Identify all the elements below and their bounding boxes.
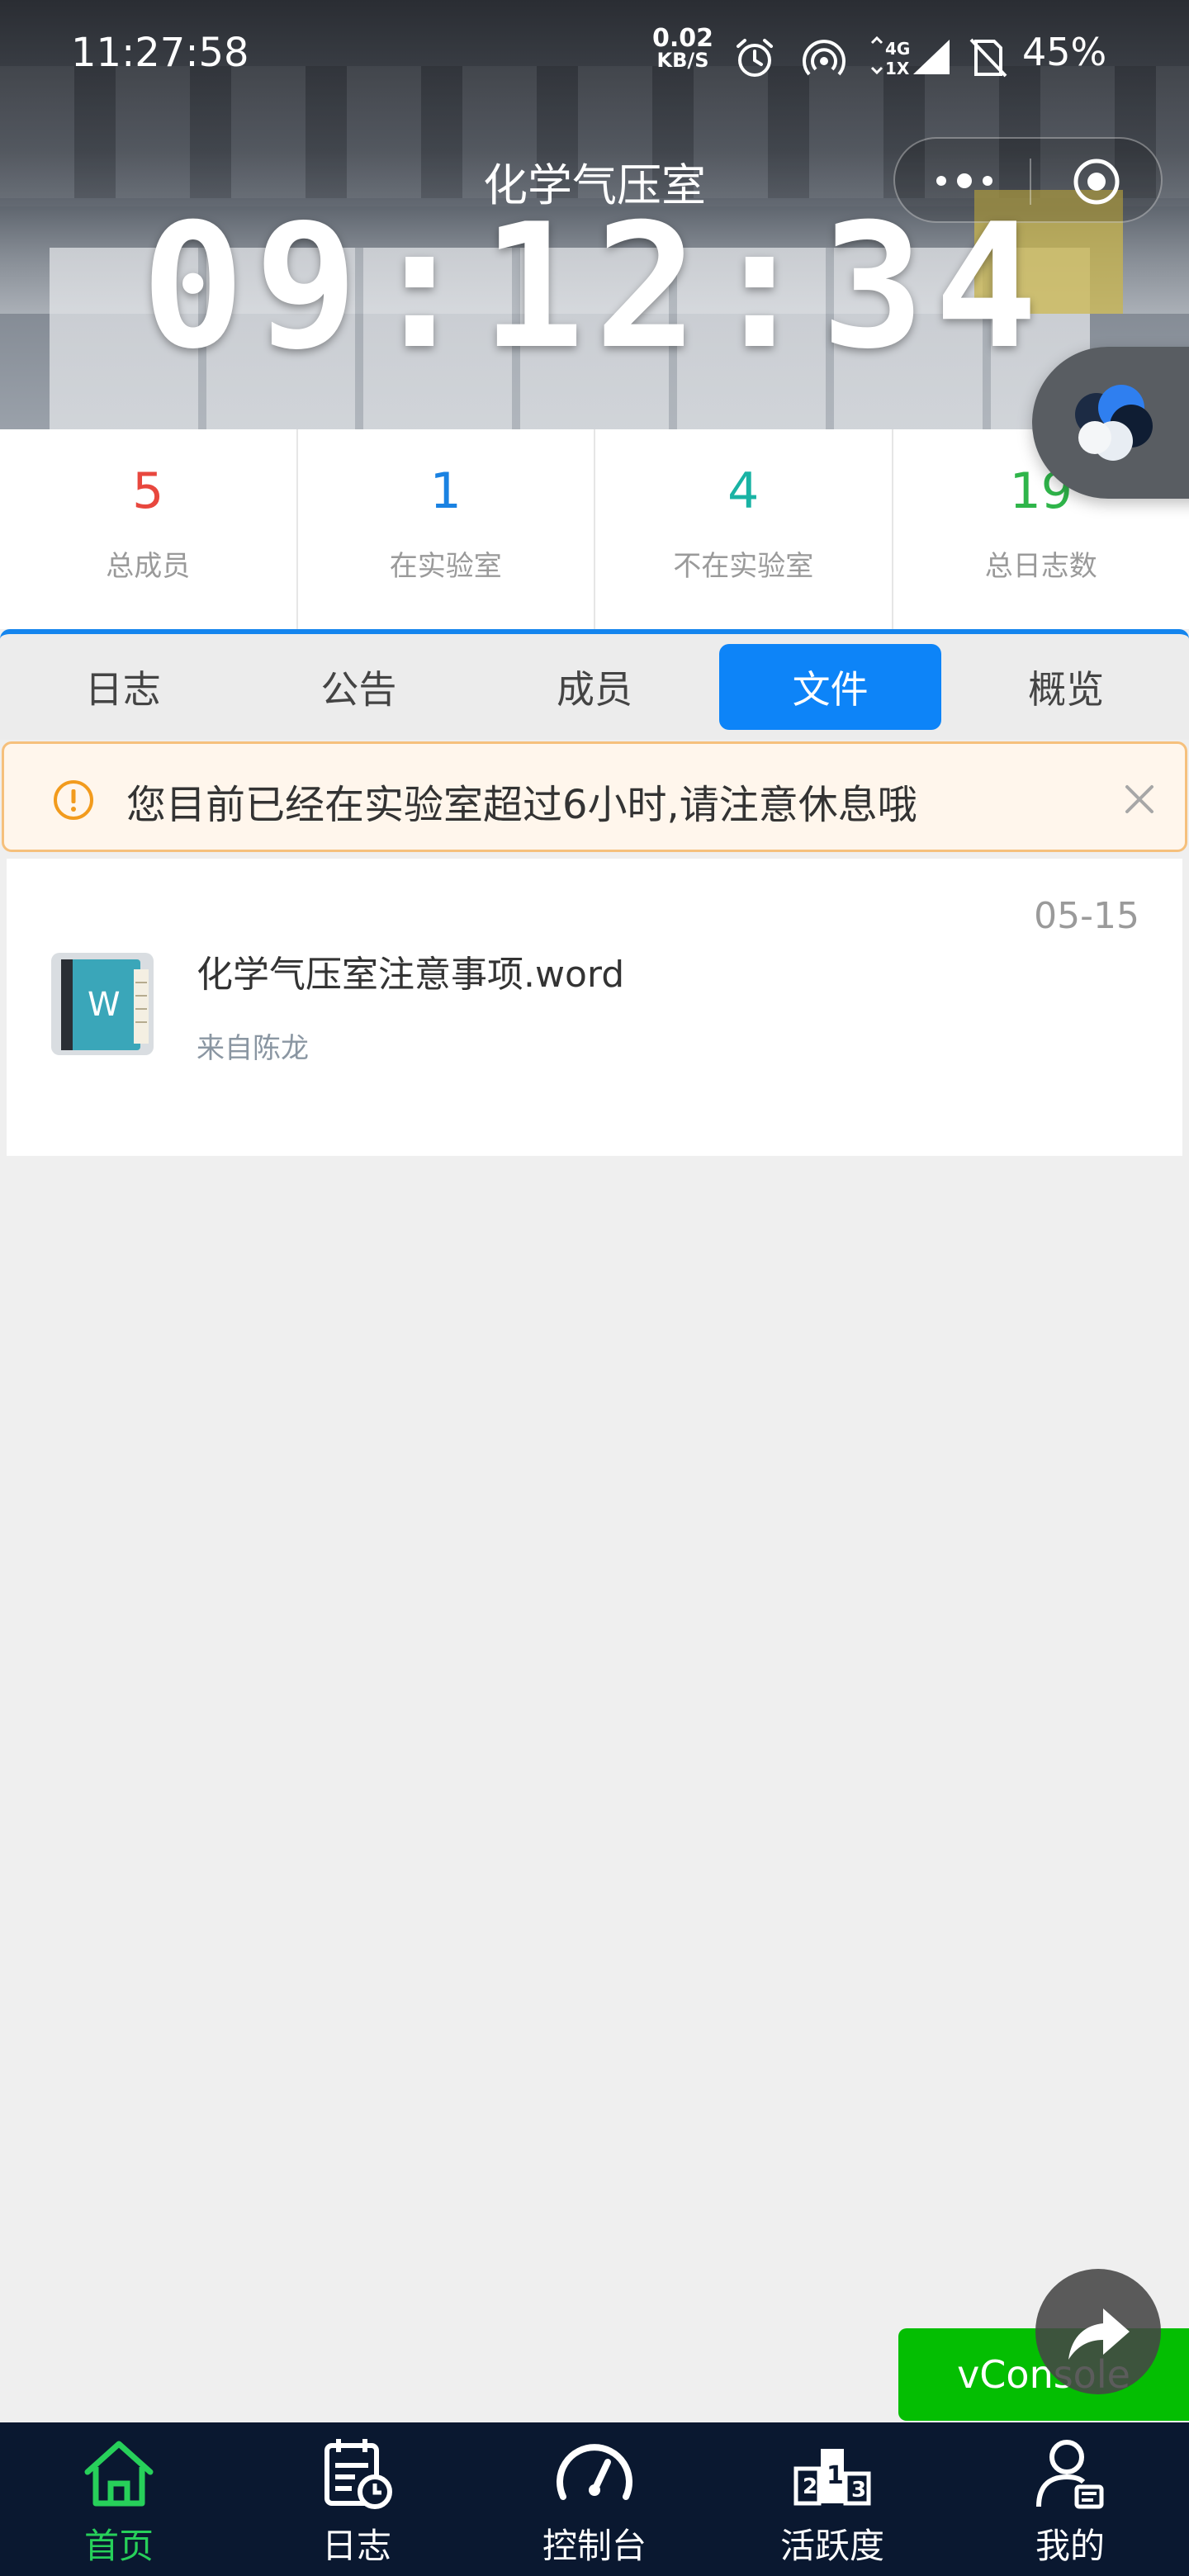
podium-icon: 2 1 3 (793, 2449, 871, 2506)
svg-text:1X: 1X (885, 59, 910, 78)
nav-label: 我的 (1035, 2526, 1105, 2566)
file-name: 化学气压室注意事项.word (197, 954, 625, 996)
rest-reminder-notice: 您目前已经在实验室超过6小时,请注意休息哦 (2, 741, 1187, 852)
hotspot-icon (803, 40, 846, 76)
tab-members[interactable]: 成员 (483, 644, 706, 730)
nav-label: 日志 (321, 2526, 391, 2566)
file-date: 05-15 (1034, 895, 1139, 937)
tab-announcements[interactable]: 公告 (248, 644, 471, 730)
section-tabs: 日志 公告 成员 文件 概览 (0, 629, 1189, 740)
nav-profile[interactable]: 我的 (951, 2422, 1189, 2576)
svg-text:4G: 4G (885, 39, 910, 59)
svg-text:1: 1 (827, 2461, 844, 2490)
elapsed-time-clock: 09:12:34 (141, 187, 1048, 387)
user-icon (1036, 2440, 1104, 2509)
stat-in-lab[interactable]: 1 在实验室 (298, 429, 595, 629)
stats-row: 5 总成员 1 在实验室 4 不在实验室 19 总日志数 (0, 429, 1189, 629)
nav-activity[interactable]: 2 1 3 活跃度 (713, 2422, 951, 2576)
tab-files[interactable]: 文件 (718, 644, 942, 730)
nav-home[interactable]: 首页 (0, 2422, 238, 2576)
word-document-icon: W (51, 953, 154, 1055)
battery-level: 45% (1022, 30, 1107, 74)
stat-label: 在实验室 (389, 550, 502, 583)
home-icon (84, 2441, 154, 2507)
floating-action-button[interactable] (1032, 347, 1189, 499)
network-speed-unit: KB/S (656, 49, 709, 72)
network-speed-value: 0.02 (652, 24, 714, 53)
nav-label: 活跃度 (779, 2526, 884, 2566)
stat-not-in-lab[interactable]: 4 不在实验室 (595, 429, 893, 629)
alarm-icon (737, 39, 773, 77)
notice-text: 您目前已经在实验室超过6小时,请注意休息哦 (126, 782, 917, 828)
svg-text:3: 3 (851, 2478, 866, 2503)
calendar-clock-icon (324, 2439, 392, 2509)
stat-label: 总日志数 (984, 550, 1097, 583)
nav-label: 控制台 (542, 2526, 647, 2566)
bottom-navigation: 首页 日志 控制台 2 1 3 活跃度 我的 (0, 2422, 1189, 2576)
stat-value: 5 (132, 462, 164, 520)
nav-log[interactable]: 日志 (238, 2422, 476, 2576)
stat-value: 4 (727, 462, 760, 520)
status-bar: 11:27:58 0.02 KB/S 4G 1X 45% (0, 25, 1189, 91)
list-item[interactable]: 05-15 W 化学气压室注意事项.word 来自陈龙 (7, 859, 1182, 1156)
signal-4g-icon: 4G 1X (870, 36, 950, 78)
share-button[interactable] (1035, 2269, 1161, 2394)
warning-icon (54, 780, 93, 820)
stat-label: 不在实验室 (673, 550, 814, 583)
file-uploader: 来自陈龙 (197, 1032, 309, 1065)
network-speed: 0.02 KB/S (652, 24, 714, 72)
stat-label: 总成员 (106, 550, 191, 583)
speedometer-icon (557, 2444, 632, 2500)
stat-total-members[interactable]: 5 总成员 (0, 429, 298, 629)
nav-console[interactable]: 控制台 (476, 2422, 713, 2576)
nav-label: 首页 (83, 2526, 154, 2566)
no-sim-icon (969, 38, 1007, 78)
stat-value: 1 (429, 462, 462, 520)
share-arrow-icon (1068, 2308, 1130, 2360)
svg-text:2: 2 (803, 2474, 817, 2499)
tab-overview[interactable]: 概览 (955, 644, 1177, 730)
tab-logs[interactable]: 日志 (12, 644, 234, 730)
app-logo-icon (1075, 385, 1153, 461)
close-icon[interactable] (1120, 780, 1158, 818)
svg-text:W: W (88, 986, 121, 1024)
status-time: 11:27:58 (71, 30, 249, 76)
